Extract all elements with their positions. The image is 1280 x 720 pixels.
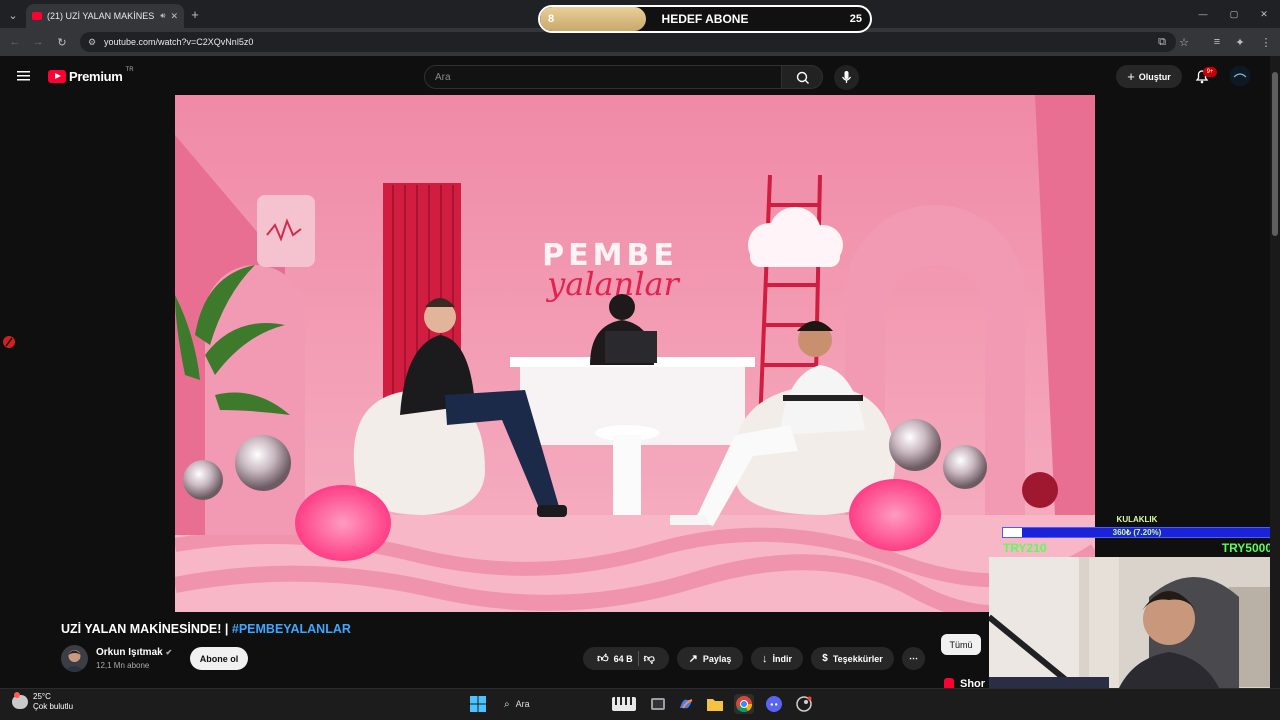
close-window-icon[interactable]: ✕: [1257, 7, 1271, 21]
neon-sign-line2: yalanlar: [545, 265, 680, 303]
open-in-app-icon[interactable]: ⧉: [1155, 35, 1169, 49]
tab-title: (21) UZİ YALAN MAKİNESİNE: [47, 11, 155, 21]
channel-name[interactable]: Orkun Işıtmak ✔: [96, 647, 172, 658]
weather-temperature: 25°C: [33, 692, 51, 701]
youtube-premium-logo[interactable]: Premium TR: [48, 67, 134, 84]
thanks-label: Teşekkürler: [832, 653, 883, 664]
taskbar-search[interactable]: ⌕ Ara: [496, 695, 604, 713]
donation-left-amount: TRY210: [1003, 541, 1047, 555]
verified-check-icon: ✔: [165, 648, 173, 657]
youtube-favicon-icon: [32, 12, 42, 20]
search-icon: [796, 71, 809, 84]
donation-target-amount: TRY5000: [1221, 541, 1272, 555]
video-title: UZİ YALAN MAKİNESİNDE! | #PEMBEYALANLAR: [61, 622, 351, 636]
create-label: Oluştur: [1138, 71, 1171, 82]
site-info-icon[interactable]: ⚙︎: [86, 36, 98, 48]
dislike-button[interactable]: 👎︎: [644, 652, 655, 665]
url-text: youtube.com/watch?v=C2XQvNnl5z0: [104, 37, 254, 47]
task-view-icon[interactable]: [648, 694, 668, 714]
like-dislike-group: 👍︎ 64 B 👎︎: [583, 647, 669, 670]
goal-label: HEDEF ABONE: [661, 12, 749, 26]
weather-widget[interactable]: 25°C Çok bulutlu: [12, 692, 73, 712]
audio-playing-icon[interactable]: 🔊︎: [160, 11, 165, 21]
like-button[interactable]: 👍︎ 64 B: [597, 652, 633, 665]
address-bar[interactable]: ⚙︎ youtube.com/watch?v=C2XQvNnl5z0: [80, 32, 1176, 52]
notification-count-badge: 9+: [1203, 67, 1217, 77]
windows-logo-icon: [470, 696, 486, 712]
minimize-icon[interactable]: —: [1196, 7, 1210, 21]
download-button[interactable]: ↓ İndir: [751, 647, 803, 670]
subscribe-button[interactable]: Abone ol: [190, 647, 248, 670]
discord-icon[interactable]: [764, 694, 784, 714]
channel-subscriber-count: 12,1 Mn abone: [96, 661, 150, 670]
cloud-icon: [12, 692, 28, 709]
thumbs-up-icon: 👍︎: [597, 653, 609, 665]
guide-menu-icon[interactable]: [16, 69, 32, 83]
video-title-text: UZİ YALAN MAKİNESİNDE! |: [61, 622, 229, 636]
share-arrow-icon: ↗: [688, 653, 698, 665]
goal-target: 25: [849, 13, 862, 25]
taskbar-app-piano-icon[interactable]: [612, 694, 636, 714]
close-tab-icon[interactable]: ✕: [170, 11, 178, 22]
copilot-icon[interactable]: [676, 694, 696, 714]
extensions-icon[interactable]: ✦: [1233, 35, 1247, 49]
like-divider: [637, 651, 639, 666]
browser-tab[interactable]: (21) UZİ YALAN MAKİNESİNE 🔊︎ ✕: [26, 4, 184, 28]
logo-text: Premium: [69, 69, 123, 84]
steam-icon[interactable]: [794, 694, 814, 714]
download-icon: ↓: [762, 652, 768, 665]
reload-icon[interactable]: ↻: [55, 35, 69, 49]
thanks-button[interactable]: $ Teşekkürler: [811, 647, 894, 670]
start-button[interactable]: [468, 694, 488, 714]
voice-search-button[interactable]: [834, 65, 859, 90]
search-button[interactable]: [781, 65, 823, 89]
share-button[interactable]: ↗ Paylaş: [677, 647, 743, 670]
create-button[interactable]: + Oluştur: [1116, 65, 1182, 88]
download-label: İndir: [772, 653, 793, 664]
search-placeholder: Ara: [435, 71, 451, 83]
like-count: 64 B: [613, 653, 633, 664]
more-horizontal-icon: ⋯: [909, 653, 918, 663]
country-code: TR: [125, 67, 134, 73]
super-thanks-icon: $: [822, 653, 828, 664]
video-title-hashtag[interactable]: #PEMBEYALANLAR: [232, 622, 351, 636]
weather-description: Çok bulutlu: [33, 702, 74, 711]
new-tab-icon[interactable]: +: [188, 7, 202, 22]
plus-icon: +: [1127, 69, 1135, 84]
back-icon[interactable]: ←: [8, 35, 22, 49]
video-player[interactable]: PEMBE yalanlar: [175, 95, 1095, 612]
taskbar-search-icon: ⌕: [504, 698, 510, 710]
taskbar-search-label: Ara: [515, 699, 530, 709]
side-logo-icon: [2, 334, 16, 350]
media-controls-icon[interactable]: ≡: [1210, 35, 1224, 49]
subscriber-goal-overlay: 8 HEDEF ABONE 25: [538, 5, 872, 33]
bookmark-star-icon[interactable]: ☆: [1177, 35, 1191, 49]
chrome-taskbar-icon[interactable]: [734, 694, 754, 714]
file-explorer-icon[interactable]: [705, 694, 725, 714]
more-actions-button[interactable]: ⋯: [902, 647, 925, 670]
microphone-icon: [842, 71, 851, 83]
windows-taskbar: [0, 688, 1280, 720]
account-avatar[interactable]: [1230, 66, 1250, 86]
donation-progress-text: 360₺ (7.20%): [1112, 528, 1162, 537]
maximize-icon[interactable]: ▢: [1227, 7, 1241, 21]
donation-goal-overlay: KULAKLIK 360₺ (7.20%) TRY210 TRY5000: [1002, 515, 1272, 557]
donation-title: KULAKLIK: [1116, 515, 1158, 524]
thumbs-down-icon: 👎︎: [643, 653, 655, 665]
video-frame: PEMBE yalanlar: [175, 95, 1095, 612]
tab-search-chevron-icon[interactable]: ⌄: [6, 8, 20, 22]
search-input[interactable]: Ara: [424, 65, 782, 89]
youtube-play-icon: [48, 70, 66, 83]
share-label: Paylaş: [702, 653, 732, 664]
forward-icon[interactable]: →: [31, 35, 45, 49]
channel-name-text: Orkun Işıtmak: [96, 647, 163, 658]
filter-chip-all[interactable]: Tümü: [941, 634, 981, 655]
channel-avatar[interactable]: [61, 645, 88, 672]
chrome-menu-icon[interactable]: ⋮: [1259, 35, 1273, 49]
scrollbar-thumb[interactable]: [1272, 72, 1278, 236]
